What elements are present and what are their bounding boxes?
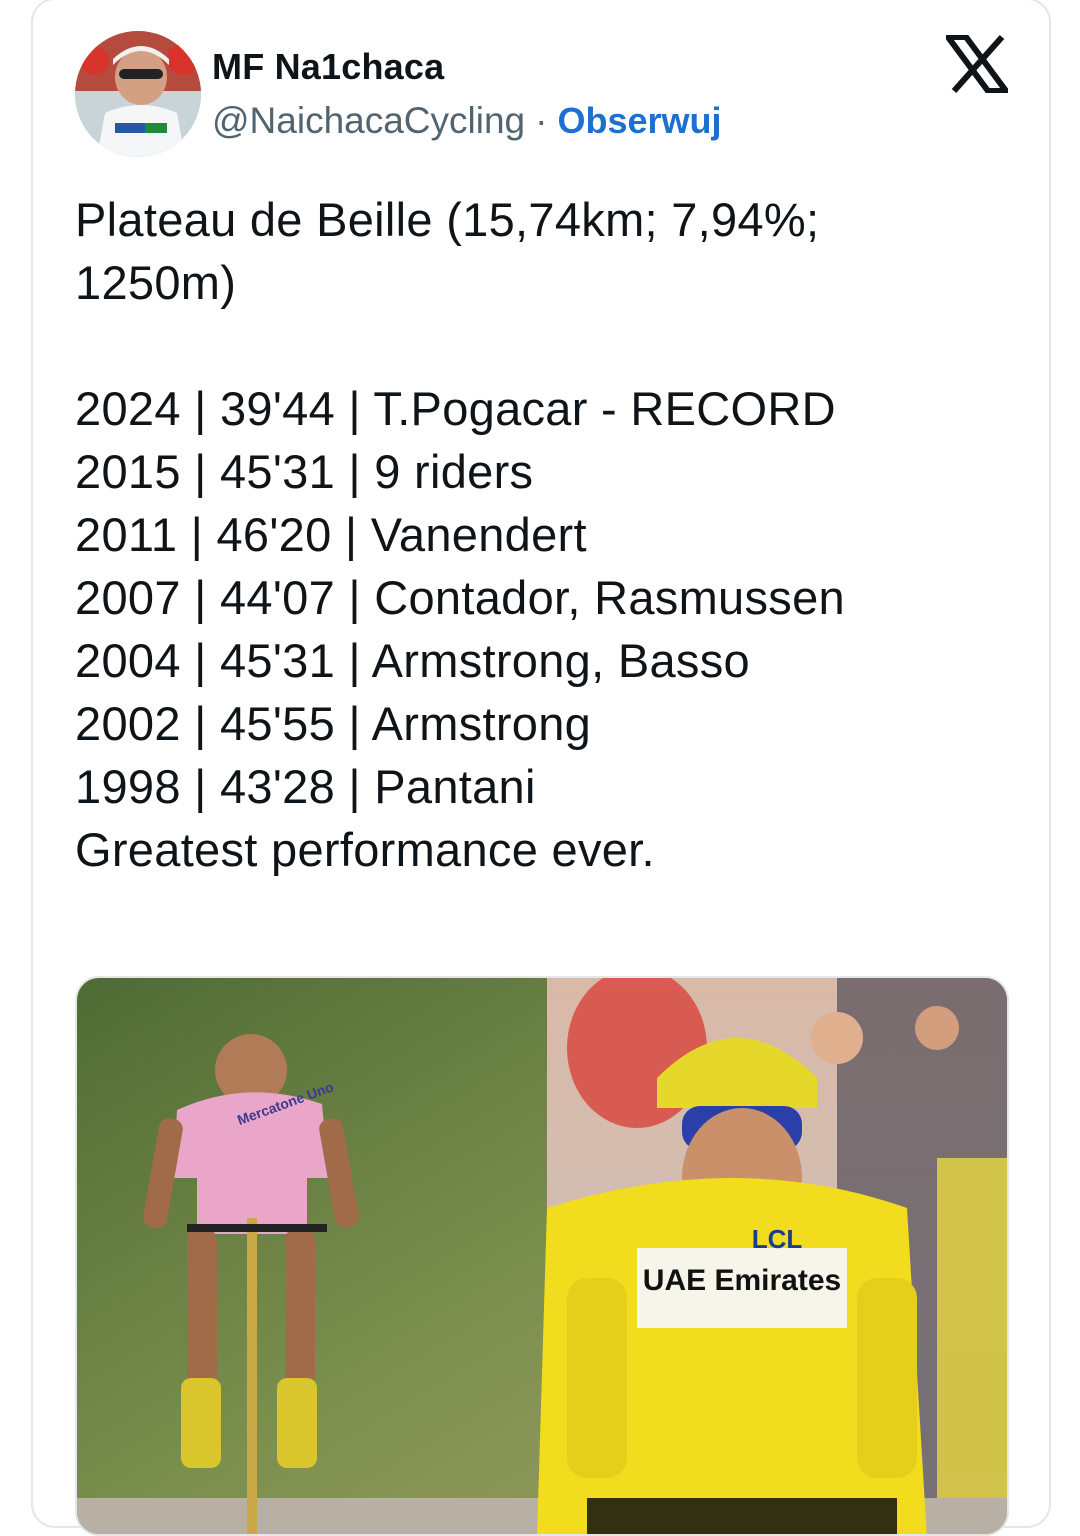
cyclists-photo: UAE Emirates LCL Mercatone Uno [77,978,1007,1534]
result-row: 2007 | 44'07 | Contador, Rasmussen [75,571,845,624]
tweet-closing-line: Greatest performance ever. [75,823,655,876]
jersey-right-text: UAE Emirates [643,1264,841,1297]
result-row: 2011 | 46'20 | Vanendert [75,508,587,561]
result-row: 1998 | 43'28 | Pantani [75,760,536,813]
results-list: 2024 | 39'44 | T.Pogacar - RECORD 2015 |… [75,377,975,818]
tweet-title-line: 1250m) [75,256,237,309]
x-logo-icon[interactable] [942,34,1012,94]
jersey-sponsor-text: LCL [752,1224,803,1254]
tweet-title-line: Plateau de Beille (15,74km; 7,94%; [75,193,820,246]
tweet-text: Plateau de Beille (15,74km; 7,94%; 1250m… [75,188,975,881]
profile-photo-icon [75,31,201,157]
result-row: 2002 | 45'55 | Armstrong [75,697,592,750]
author-handle[interactable]: @NaichacaCycling [212,100,525,141]
result-row: 2024 | 39'44 | T.Pogacar - RECORD [75,382,836,435]
author-display-name[interactable]: MF Na1chaca [212,46,444,88]
follow-button[interactable]: Obserwuj [557,100,721,141]
result-row: 2015 | 45'31 | 9 riders [75,445,534,498]
author-handle-row: @NaichacaCycling · Obserwuj [212,100,722,142]
separator-dot: · [535,100,548,141]
tweet-media-image[interactable]: UAE Emirates LCL Mercatone Uno [75,976,1009,1536]
author-avatar[interactable] [75,31,201,157]
result-row: 2004 | 45'31 | Armstrong, Basso [75,634,750,687]
